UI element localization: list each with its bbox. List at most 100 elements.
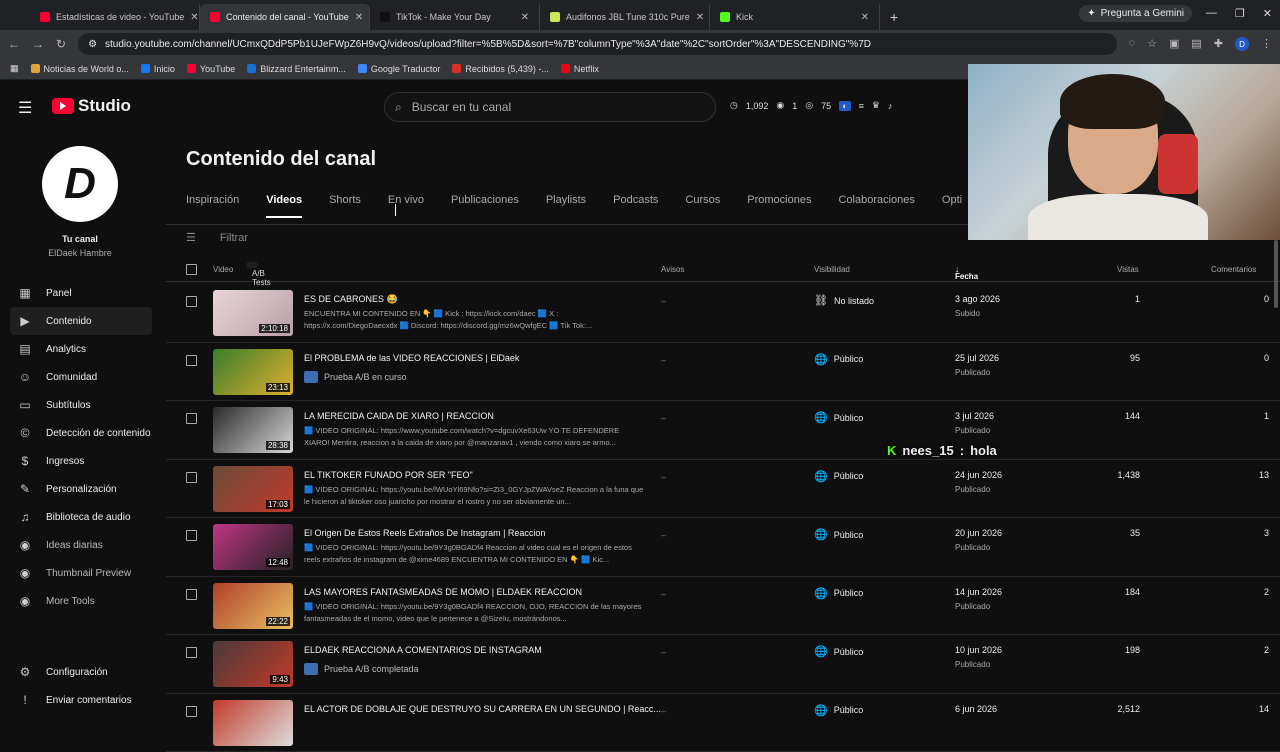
bookmark-item[interactable]: Google Traductor xyxy=(358,64,441,74)
sidebar-item-biblioteca-de-audio[interactable]: ♫Biblioteca de audio xyxy=(10,503,152,531)
extensions-puzzle-icon[interactable]: ✚ xyxy=(1214,37,1223,51)
sidebar-item-personalizaci-n[interactable]: ✎Personalización xyxy=(10,475,152,503)
bookmark-item[interactable]: Blizzard Entertainm... xyxy=(247,64,346,74)
video-thumbnail[interactable]: 9:43 xyxy=(213,641,293,687)
tab-shorts[interactable]: Shorts xyxy=(329,194,361,218)
bookmark-item[interactable]: Noticias de World o... xyxy=(31,64,129,74)
close-tab-icon[interactable]: ✕ xyxy=(355,12,363,23)
extension-icon[interactable]: ▤ xyxy=(1191,37,1201,51)
tab-cursos[interactable]: Cursos xyxy=(685,194,720,218)
table-row[interactable]: 12:48 El Origen De Estos Reels Extraños D… xyxy=(166,518,1280,577)
table-row[interactable]: 22:22 LAS MAYORES FANTASMEADAS DE MOMO | … xyxy=(166,577,1280,636)
video-thumbnail[interactable]: 2:10:18 xyxy=(213,290,293,336)
video-title[interactable]: LAS MAYORES FANTASMEADAS DE MOMO | ELDAE… xyxy=(304,587,664,597)
close-tab-icon[interactable]: ✕ xyxy=(521,12,529,23)
browser-tab[interactable]: Audifonos JBL Tune 310c Pure✕ xyxy=(540,4,710,30)
vidiq-icon[interactable]: ◐ xyxy=(839,101,850,111)
row-checkbox[interactable] xyxy=(186,706,197,717)
video-thumbnail[interactable] xyxy=(213,700,293,746)
tab-playlists[interactable]: Playlists xyxy=(546,194,586,218)
col-visibility[interactable]: Visibilidad xyxy=(814,265,850,274)
table-row[interactable]: 23:13 El PROBLEMA de las VIDEO REACCIONES… xyxy=(166,343,1280,402)
menu-dots-icon[interactable]: ⋮ xyxy=(1261,37,1272,51)
row-checkbox[interactable] xyxy=(186,413,197,424)
browser-tab[interactable]: Contenido del canal - YouTube✕ xyxy=(200,4,370,30)
tab-videos[interactable]: Videos xyxy=(266,194,302,218)
site-info-icon[interactable]: ⚙ xyxy=(88,39,97,50)
new-tab-button[interactable]: + xyxy=(880,4,908,30)
row-checkbox[interactable] xyxy=(186,647,197,658)
visibility-dropdown[interactable]: ⛓No listado xyxy=(814,294,874,307)
video-title[interactable]: ELDAEK REACCIONA A COMENTARIOS DE INSTAG… xyxy=(304,645,664,655)
profile-avatar[interactable]: D xyxy=(1235,37,1249,51)
video-thumbnail[interactable]: 12:48 xyxy=(213,524,293,570)
col-video[interactable]: Video xyxy=(213,265,233,274)
filter-input[interactable]: Filtrar xyxy=(220,232,248,244)
video-title[interactable]: ES DE CABRONES 😂 xyxy=(304,294,664,305)
video-thumbnail[interactable]: 23:13 xyxy=(213,349,293,395)
col-notices[interactable]: Avisos xyxy=(661,265,684,274)
visibility-dropdown[interactable]: 🌐Público xyxy=(814,353,863,366)
tab-en-vivo[interactable]: En vivo xyxy=(388,194,424,218)
search-input[interactable]: ⌕ Buscar en tu canal xyxy=(384,92,716,122)
sidebar-item-contenido[interactable]: ▶Contenido xyxy=(10,307,152,335)
gemini-button[interactable]: ✦Pregunta a Gemini xyxy=(1079,5,1192,22)
minimize-icon[interactable]: — xyxy=(1206,7,1217,20)
row-checkbox[interactable] xyxy=(186,296,197,307)
bookmark-item[interactable]: YouTube xyxy=(187,64,235,74)
bookmark-item[interactable]: Inicio xyxy=(141,64,175,74)
extension-icon[interactable]: ▣ xyxy=(1169,37,1179,51)
bookmark-item[interactable]: Recibidos (5,439) -... xyxy=(452,64,549,74)
list-icon[interactable]: ≡ xyxy=(859,101,864,111)
col-views[interactable]: Vistas xyxy=(1117,265,1139,274)
studio-logo[interactable]: Studio xyxy=(52,96,131,116)
star-icon[interactable]: ☆ xyxy=(1147,37,1157,51)
row-checkbox[interactable] xyxy=(186,530,197,541)
row-checkbox[interactable] xyxy=(186,472,197,483)
sidebar-item-more-tools[interactable]: ◉More Tools xyxy=(10,587,152,615)
sidebar-item-comunidad[interactable]: ☺Comunidad xyxy=(10,363,152,391)
sidebar-item-configuraci-n[interactable]: ⚙Configuración xyxy=(10,658,152,686)
video-thumbnail[interactable]: 22:22 xyxy=(213,583,293,629)
restore-icon[interactable]: ❐ xyxy=(1235,7,1245,20)
table-row[interactable]: 2:10:18ES DE CABRONES 😂ENCUENTRA MI CONT… xyxy=(166,284,1280,343)
eye-off-icon[interactable]: ◌ xyxy=(1129,37,1136,51)
filter-icon[interactable]: ☰ xyxy=(186,231,196,244)
browser-tab[interactable]: Estadísticas de video - YouTube✕ xyxy=(30,4,200,30)
channel-avatar[interactable]: D xyxy=(42,146,118,222)
video-title[interactable]: EL TIKTOKER FUNADO POR SER "FEO" xyxy=(304,470,664,480)
table-row[interactable]: EL ACTOR DE DOBLAJE QUE DESTRUYO SU CARR… xyxy=(166,694,1280,752)
close-tab-icon[interactable]: ✕ xyxy=(190,12,198,23)
tab-opti[interactable]: Opti xyxy=(942,194,962,218)
sidebar-item-ingresos[interactable]: $Ingresos xyxy=(10,447,152,475)
forward-icon[interactable]: → xyxy=(32,37,44,51)
visibility-dropdown[interactable]: 🌐Público xyxy=(814,645,863,658)
url-field[interactable]: ⚙ studio.youtube.com/channel/UCmxQDdP5Pb… xyxy=(78,33,1116,55)
visibility-dropdown[interactable]: 🌐Público xyxy=(814,411,863,424)
sidebar-item-analytics[interactable]: ▤Analytics xyxy=(10,335,152,363)
table-row[interactable]: 9:43 ELDAEK REACCIONA A COMENTARIOS DE IN… xyxy=(166,635,1280,694)
ab-tests-chip[interactable]: A/B Tests xyxy=(246,262,258,268)
row-checkbox[interactable] xyxy=(186,589,197,600)
bell-icon[interactable]: ♪ xyxy=(888,101,893,111)
bookmark-item[interactable]: Netflix xyxy=(561,64,599,74)
hamburger-menu-icon[interactable]: ☰ xyxy=(18,98,32,118)
trophy-icon[interactable]: ♛ xyxy=(872,100,880,111)
apps-grid-icon[interactable]: ▦ xyxy=(10,63,19,74)
video-title[interactable]: El PROBLEMA de las VIDEO REACCIONES | El… xyxy=(304,353,664,363)
video-title[interactable]: El Origen De Estos Reels Extraños De Ins… xyxy=(304,528,664,538)
visibility-dropdown[interactable]: 🌐Público xyxy=(814,704,863,717)
table-row[interactable]: 28:38LA MERECIDA CAIDA DE XIARO | REACCI… xyxy=(166,401,1280,460)
back-icon[interactable]: ← xyxy=(8,37,20,51)
video-thumbnail[interactable]: 28:38 xyxy=(213,407,293,453)
col-date[interactable]: Fecha ↓ xyxy=(955,265,959,274)
sidebar-item-panel[interactable]: ▦Panel xyxy=(10,279,152,307)
sidebar-item-detecci-n-de-contenido[interactable]: ©Detección de contenido xyxy=(10,419,152,447)
visibility-dropdown[interactable]: 🌐Público xyxy=(814,587,863,600)
tab-colaboraciones[interactable]: Colaboraciones xyxy=(838,194,914,218)
tab-inspiraci-n[interactable]: Inspiración xyxy=(186,194,239,218)
table-row[interactable]: 17:03EL TIKTOKER FUNADO POR SER "FEO"🟦 V… xyxy=(166,460,1280,519)
row-checkbox[interactable] xyxy=(186,355,197,366)
sidebar-item-ideas-diarias[interactable]: ◉Ideas diarias xyxy=(10,531,152,559)
video-thumbnail[interactable]: 17:03 xyxy=(213,466,293,512)
